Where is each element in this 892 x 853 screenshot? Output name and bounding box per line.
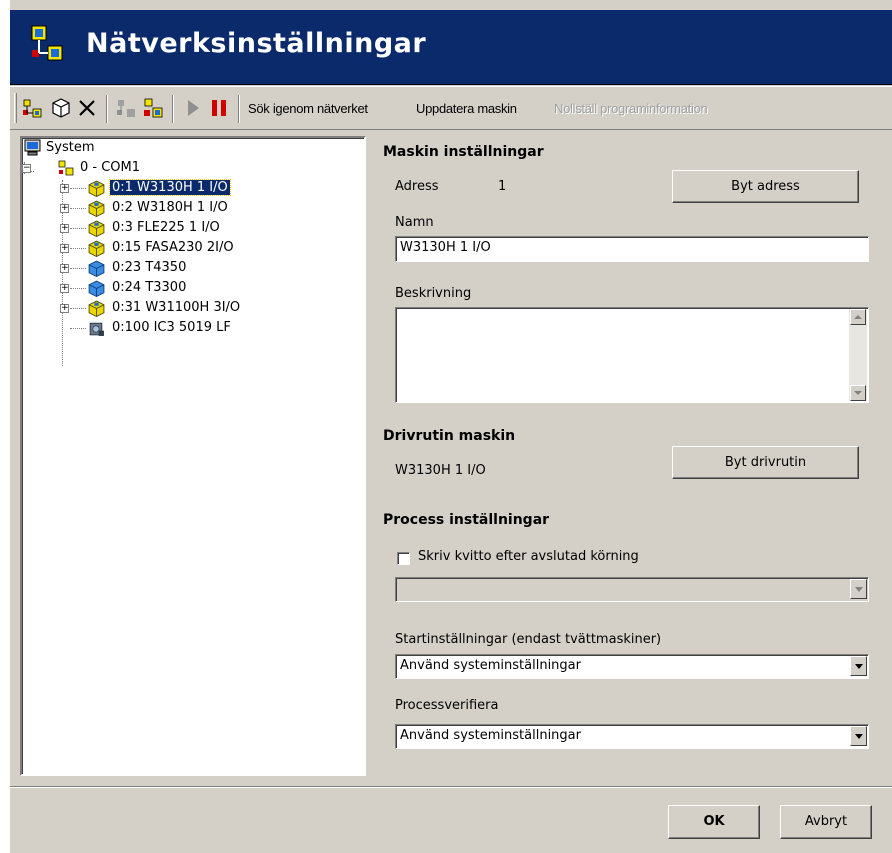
network-tree[interactable]: System − 0 - COM1 +0:1 W3130H 1 I/O +0:2 … (20, 136, 366, 776)
toolbar-separator (172, 95, 174, 123)
arrow-down-icon (854, 391, 862, 395)
tree-node-label: System (46, 140, 95, 155)
tree-collapse-toggle[interactable]: − (22, 164, 31, 173)
tree-node-machine[interactable]: +0:2 W3180H 1 I/O (22, 198, 230, 218)
window-title: Nätverksinställningar (86, 28, 427, 59)
tree-line (70, 208, 86, 209)
tree-line (70, 268, 86, 269)
tree-expand-toggle[interactable]: + (60, 184, 69, 193)
description-scrollbar[interactable] (849, 309, 867, 401)
process-verify-select[interactable]: Använd systeminställningar (395, 724, 869, 749)
tree-node-machine[interactable]: +0:24 T3300 (22, 278, 188, 298)
yellow-cube-icon (88, 240, 105, 257)
process-verify-value: Använd systeminställningar (400, 728, 581, 743)
network-disabled-icon[interactable] (116, 97, 138, 119)
tree-node-label: 0:23 T4350 (112, 260, 187, 275)
tree-line (70, 328, 86, 329)
scroll-down-button[interactable] (850, 385, 866, 401)
tree-node-label: 0:24 T3300 (112, 280, 187, 295)
network-port-icon (58, 160, 74, 176)
tree-node-label: 0:15 FASA230 2I/O (112, 240, 234, 255)
driver-section-title: Drivrutin maskin (383, 428, 516, 444)
tree-line (70, 248, 86, 249)
add-machine-icon[interactable] (22, 97, 44, 119)
tree-expand-toggle[interactable]: + (60, 264, 69, 273)
network-machine-icon[interactable] (142, 97, 164, 119)
scroll-up-button[interactable] (850, 309, 866, 325)
tree-node-machine[interactable]: +0:31 W31100H 3I/O (22, 298, 242, 318)
toolbar: Sök igenom nätverket Uppdatera maskin No… (10, 86, 892, 130)
tree-expand-toggle[interactable]: + (60, 284, 69, 293)
footer-divider (10, 786, 892, 788)
yellow-cube-icon (88, 220, 105, 237)
address-label: Adress (395, 179, 439, 194)
pause-icon[interactable] (208, 97, 230, 119)
chevron-down-icon[interactable] (850, 656, 867, 676)
network-settings-window: Nätverksinställningar Sök igenom nätverk… (10, 0, 892, 853)
tree-node-system[interactable]: System (24, 138, 96, 158)
address-value: 1 (498, 179, 507, 194)
tree-line (70, 188, 86, 189)
chevron-down-icon[interactable] (850, 726, 867, 746)
package-icon[interactable] (50, 97, 72, 119)
arrow-up-icon (854, 315, 862, 319)
name-field[interactable]: W3130H 1 I/O (395, 236, 869, 262)
change-driver-button[interactable]: Byt drivrutin (672, 446, 859, 479)
process-settings-title: Process inställningar (383, 512, 550, 528)
reset-program-info-button[interactable]: Nollställ programinformation (554, 101, 708, 116)
tree-node-machine[interactable]: +0:1 W3130H 1 I/O (22, 178, 231, 198)
play-icon[interactable] (182, 97, 204, 119)
title-bar: Nätverksinställningar (10, 10, 892, 85)
delete-icon[interactable] (76, 97, 98, 119)
tree-node-label: 0 - COM1 (80, 160, 141, 175)
start-settings-label: Startinställningar (endast tvättmaskiner… (395, 632, 662, 647)
tree-expand-toggle[interactable]: + (60, 304, 69, 313)
description-field[interactable] (395, 307, 869, 403)
tree-node-label: 0:1 W3130H 1 I/O (109, 179, 231, 196)
yellow-cube-icon (88, 200, 105, 217)
blue-cube-icon (88, 280, 105, 297)
computer-icon (24, 139, 41, 156)
tree-expand-toggle[interactable]: + (60, 204, 69, 213)
tree-expand-toggle[interactable]: + (60, 224, 69, 233)
tree-node-machine[interactable]: +0:23 T4350 (22, 258, 188, 278)
blue-cube-icon (88, 260, 105, 277)
cancel-button[interactable]: Avbryt (780, 805, 872, 839)
tree-node-label: 0:31 W31100H 3I/O (112, 300, 241, 315)
toolbar-separator (106, 95, 108, 123)
tree-line (70, 228, 86, 229)
description-label: Beskrivning (395, 286, 472, 301)
tree-line (70, 288, 86, 289)
toolbar-grip[interactable] (14, 93, 17, 123)
yellow-cube-icon (88, 180, 105, 197)
change-address-button[interactable]: Byt adress (672, 170, 859, 203)
tree-node-machine[interactable]: +0:3 FLE225 1 I/O (22, 218, 222, 238)
tree-node-machine[interactable]: +0:15 FASA230 2I/O (22, 238, 236, 258)
ok-button[interactable]: OK (668, 805, 760, 839)
receipt-select[interactable] (395, 577, 869, 602)
print-receipt-label[interactable]: Skriv kvitto efter avslutad körning (418, 549, 639, 564)
tree-node-machine[interactable]: 0:100 IC3 5019 LF (22, 318, 233, 338)
network-settings-icon (31, 25, 63, 61)
search-network-button[interactable]: Sök igenom nätverket (248, 101, 368, 116)
process-verify-label: Processverifiera (395, 698, 499, 713)
print-receipt-checkbox[interactable] (397, 552, 410, 565)
toolbar-separator (238, 95, 240, 123)
start-settings-value: Använd systeminställningar (400, 658, 581, 673)
tree-expand-toggle[interactable]: + (60, 244, 69, 253)
start-settings-select[interactable]: Använd systeminställningar (395, 654, 869, 679)
tree-line (70, 308, 86, 309)
tree-node-port[interactable]: − 0 - COM1 (22, 158, 142, 178)
chevron-down-icon[interactable] (850, 579, 867, 599)
tree-node-label: 0:100 IC3 5019 LF (112, 320, 231, 335)
driver-value: W3130H 1 I/O (395, 463, 486, 478)
yellow-cube-icon (88, 300, 105, 317)
tree-node-label: 0:2 W3180H 1 I/O (112, 200, 228, 215)
tree-node-label: 0:3 FLE225 1 I/O (112, 220, 220, 235)
update-machine-button[interactable]: Uppdatera maskin (416, 101, 517, 116)
machine-settings-title: Maskin inställningar (383, 144, 544, 160)
machine-icon (89, 322, 104, 336)
name-label: Namn (395, 215, 434, 230)
